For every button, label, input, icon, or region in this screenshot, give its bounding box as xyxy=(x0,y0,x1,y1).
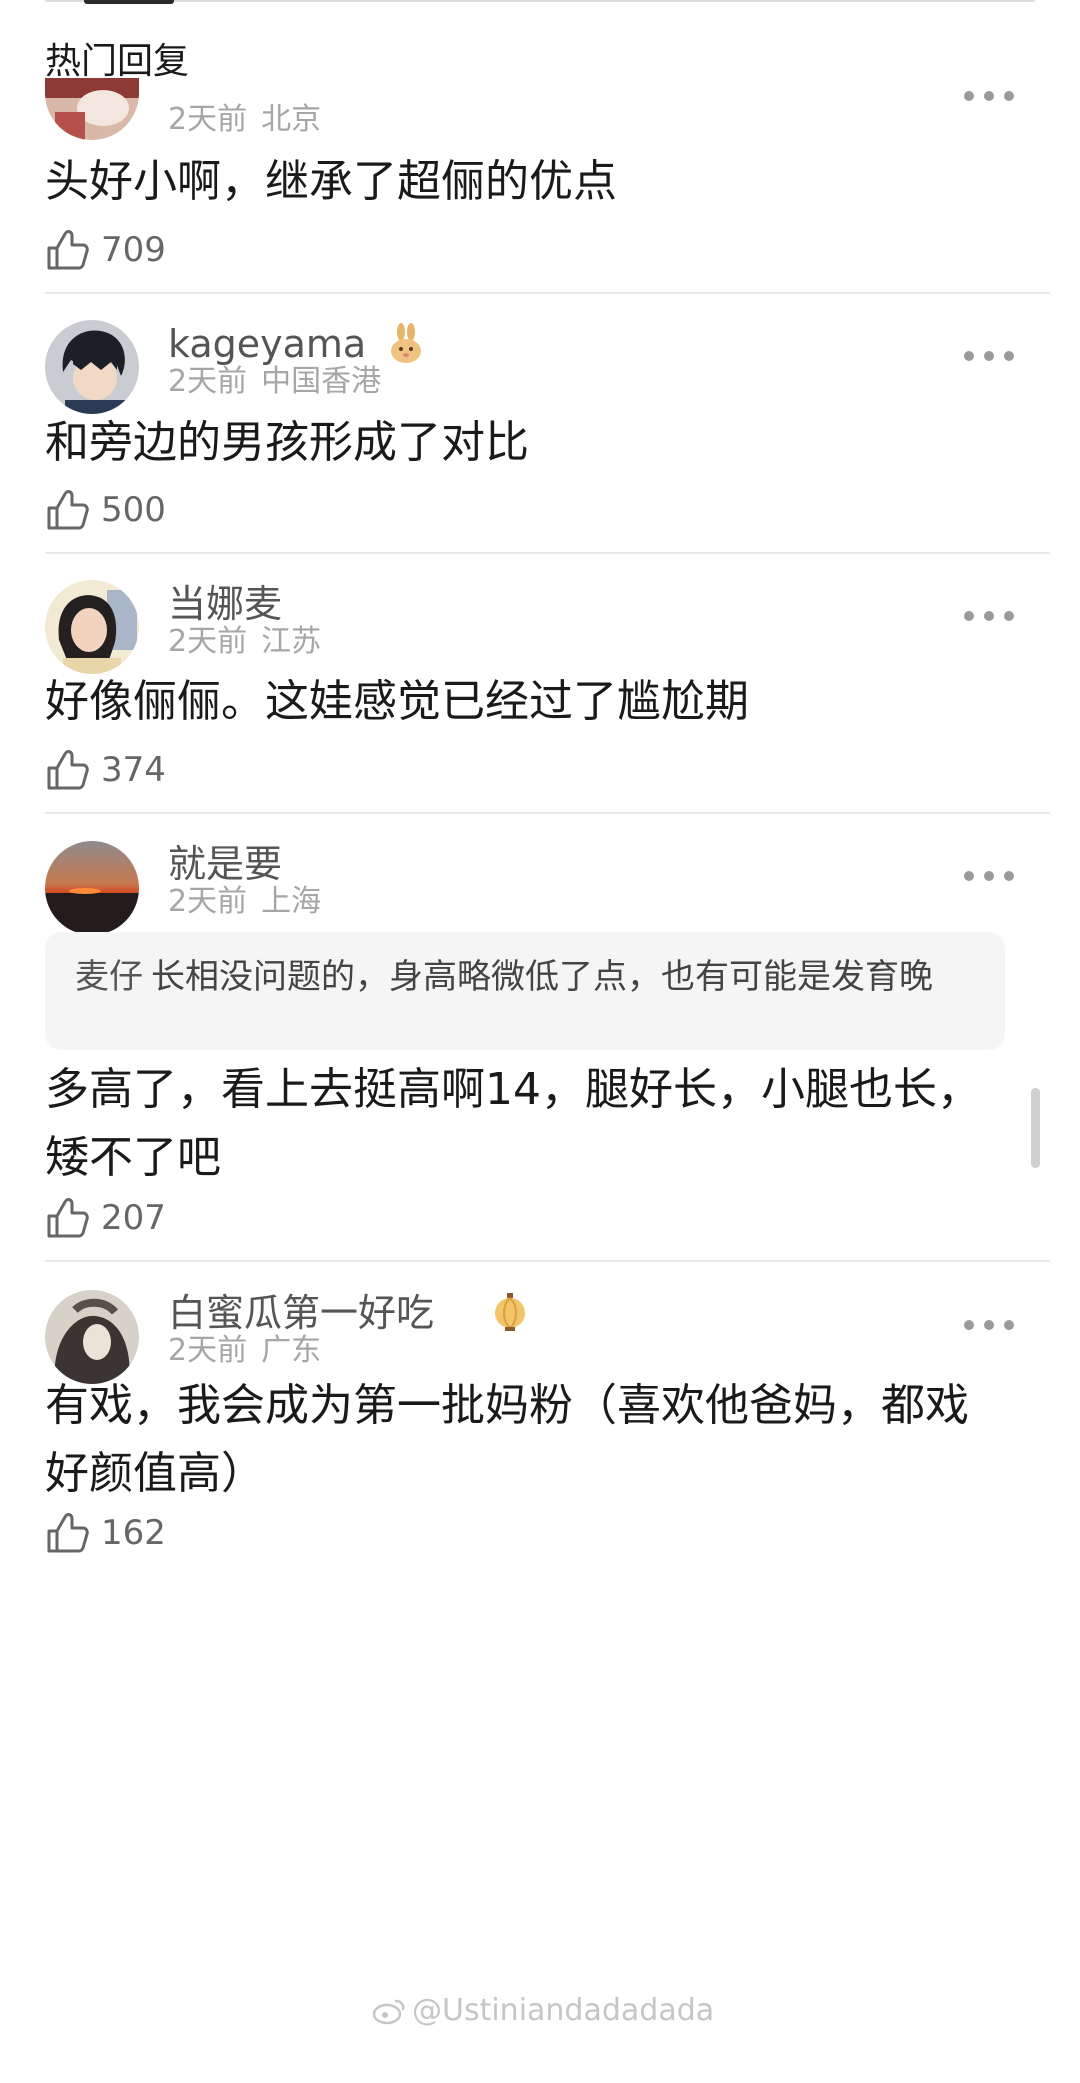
comment-time: 2天前 xyxy=(168,624,248,659)
more-options-button[interactable] xyxy=(964,1310,1014,1340)
username[interactable]: 就是要 xyxy=(168,840,282,888)
scrollbar[interactable] xyxy=(1031,1088,1040,1168)
thumbs-up-icon xyxy=(47,490,89,530)
watermark-text: @Ustiniandadadada xyxy=(412,1993,715,2028)
divider xyxy=(45,292,1050,294)
quoted-text: 长相没问题的，身高略微低了点，也有可能是发育晚 xyxy=(151,957,933,997)
comment-meta: 2天前 北京 xyxy=(168,100,321,140)
avatar[interactable] xyxy=(45,580,139,674)
watermark: @Ustiniandadadada xyxy=(372,1993,714,2028)
thumbs-up-icon xyxy=(47,750,89,790)
like-count: 207 xyxy=(101,1198,166,1238)
username[interactable]: 当娜麦 xyxy=(168,580,282,628)
like-button[interactable]: 374 xyxy=(45,745,166,795)
comment-text: 和旁边的男孩形成了对比 xyxy=(45,417,529,468)
like-button[interactable]: 709 xyxy=(45,225,166,275)
comment-meta: 2天前 江苏 xyxy=(168,622,321,662)
comment-location: 上海 xyxy=(261,884,322,919)
comment-text: 头好小啊，继承了超俪的优点 xyxy=(45,156,617,207)
comment-text: 多高了，看上去挺高啊14，腿好长，小腿也长，矮不了吧 xyxy=(45,1064,981,1183)
quoted-author: 麦仔 xyxy=(75,957,143,997)
lantern-icon xyxy=(495,1293,525,1331)
like-button[interactable]: 162 xyxy=(45,1508,166,1558)
comment-location: 广东 xyxy=(261,1333,322,1368)
more-options-button[interactable] xyxy=(964,341,1014,371)
comment-meta: 2天前 中国香港 xyxy=(168,362,381,402)
divider xyxy=(45,812,1050,814)
like-button[interactable]: 500 xyxy=(45,485,166,535)
more-options-button[interactable] xyxy=(964,861,1014,891)
comment-location: 中国香港 xyxy=(261,364,382,399)
thumbs-up-icon xyxy=(47,230,89,270)
comment-location: 北京 xyxy=(261,102,322,137)
like-count: 162 xyxy=(101,1513,166,1553)
username[interactable]: 白蜜瓜第一好吃 xyxy=(168,1289,434,1337)
comment-text: 有戏，我会成为第一批妈粉（喜欢他爸妈，都戏好颜值高） xyxy=(45,1380,969,1499)
comment-meta: 2天前 广东 xyxy=(168,1331,321,1371)
comment-meta: 2天前 上海 xyxy=(168,882,321,922)
quoted-reply[interactable]: 麦仔 长相没问题的，身高略微低了点，也有可能是发育晚 xyxy=(45,932,1005,1050)
avatar[interactable] xyxy=(45,320,139,414)
divider xyxy=(45,1260,1050,1262)
like-count: 374 xyxy=(101,750,166,790)
like-count: 500 xyxy=(101,490,166,530)
rabbit-icon xyxy=(391,323,421,363)
more-options-button[interactable] xyxy=(964,81,1014,111)
avatar[interactable] xyxy=(45,78,139,140)
comment-time: 2天前 xyxy=(168,364,248,399)
like-count: 709 xyxy=(101,230,166,270)
comment-location: 江苏 xyxy=(261,624,322,659)
comment-time: 2天前 xyxy=(168,1333,248,1368)
username[interactable]: kageyama xyxy=(168,320,366,368)
comment-time: 2天前 xyxy=(168,102,248,137)
divider xyxy=(45,552,1050,554)
avatar[interactable] xyxy=(45,841,139,935)
top-divider xyxy=(45,0,1035,2)
weibo-logo-icon xyxy=(372,1999,405,2024)
thumbs-up-icon xyxy=(47,1513,89,1553)
more-options-button[interactable] xyxy=(964,601,1014,631)
comment-text: 好像俪俪。这娃感觉已经过了尴尬期 xyxy=(45,676,749,727)
tab-indicator xyxy=(84,0,174,4)
avatar[interactable] xyxy=(45,1290,139,1384)
thumbs-up-icon xyxy=(47,1198,89,1238)
comment-time: 2天前 xyxy=(168,884,248,919)
like-button[interactable]: 207 xyxy=(45,1193,166,1243)
